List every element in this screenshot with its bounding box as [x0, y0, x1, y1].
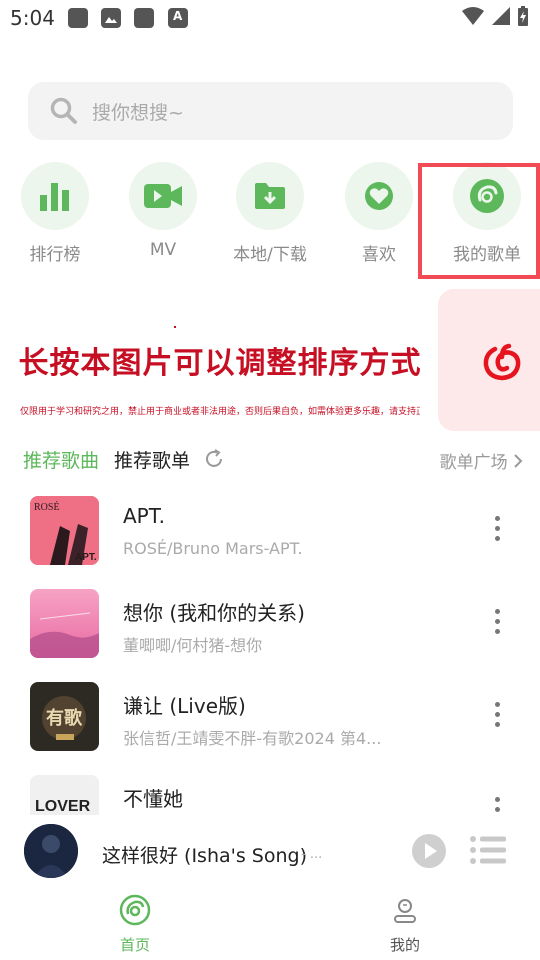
- svg-text:ROSÉ: ROSÉ: [34, 501, 60, 513]
- playlist-plaza-link[interactable]: 歌单广场: [440, 448, 523, 473]
- banner-title: 长按本图片可以调整排序方式: [18, 346, 422, 381]
- song-row[interactable]: 有歌 谦让 (Live版) 张信哲/王靖雯不胖-有歌2024 第4...: [0, 682, 540, 772]
- notification-icon: [68, 8, 88, 28]
- svg-text:LOVER: LOVER: [35, 798, 91, 815]
- highlight-box: [418, 163, 540, 279]
- wifi-icon: [462, 7, 484, 25]
- heart-icon: [365, 182, 393, 210]
- plaza-label: 歌单广场: [439, 453, 508, 473]
- a-notification-icon: A: [168, 8, 188, 28]
- song-artist: ROSÉ/Bruno Mars-APT.: [123, 539, 303, 558]
- more-options-icon[interactable]: [492, 702, 502, 732]
- song-artist: 张信哲/王靖雯不胖-有歌2024 第4...: [123, 729, 382, 748]
- quick-menu-label: MV: [149, 240, 177, 260]
- song-title: 谦让 (Live版): [123, 694, 246, 718]
- nav-home-label: 首页: [119, 936, 150, 954]
- song-title: 不懂她: [123, 787, 183, 811]
- player-cover: [24, 824, 78, 878]
- song-row[interactable]: ROSÉ APT. APT. ROSÉ/Bruno Mars-APT.: [0, 496, 540, 586]
- more-options-icon[interactable]: [492, 516, 502, 546]
- tab-recommend-songs[interactable]: 推荐歌曲: [23, 446, 99, 473]
- quick-menu-ranking[interactable]: 排行榜: [20, 162, 90, 265]
- mini-player[interactable]: 这样很好 (Isha's Song) - ...: [0, 815, 540, 890]
- nav-mine-label: 我的: [389, 936, 420, 954]
- image-notification-icon: [101, 8, 121, 28]
- system-icons: [462, 6, 528, 26]
- quick-menu-favorites[interactable]: 喜欢: [344, 162, 414, 265]
- song-title: 想你 (我和你的关系): [123, 601, 305, 625]
- song-cover: 有歌: [30, 682, 99, 751]
- banner-dot: [174, 326, 176, 328]
- bar-chart-icon: [40, 183, 69, 211]
- search-placeholder: 搜你想搜~: [92, 102, 184, 124]
- video-camera-icon: [144, 184, 182, 208]
- chevron-right-icon: [514, 454, 523, 468]
- playlist-icon[interactable]: [470, 835, 506, 865]
- banner-next[interactable]: [438, 289, 540, 431]
- user-icon: [394, 899, 416, 923]
- status-time: 5:04: [10, 6, 55, 30]
- song-row[interactable]: LOVER 不懂她: [0, 775, 540, 815]
- song-title: APT.: [123, 504, 165, 528]
- song-cover: [30, 589, 99, 658]
- quick-menu-mv[interactable]: MV: [128, 162, 198, 260]
- tab-recommend-playlists[interactable]: 推荐歌单: [114, 446, 190, 473]
- song-cover: LOVER: [30, 775, 99, 815]
- bottom-nav: 首页 我的: [0, 890, 540, 960]
- battery-charging-icon: [518, 6, 528, 26]
- svg-text:有歌: 有歌: [46, 707, 83, 729]
- more-options-icon[interactable]: [492, 609, 502, 639]
- quick-menu-label: 本地/下载: [233, 245, 307, 265]
- status-bar: 5:04 A: [0, 0, 540, 38]
- banner-subtitle: 仅限用于学习和研究之用，禁止用于商业或者非法用途，否则后果自负，如需体验更多乐趣…: [20, 407, 420, 417]
- player-title: 这样很好 (Isha's Song): [102, 845, 308, 867]
- refresh-icon[interactable]: [203, 448, 225, 470]
- search-icon: [50, 97, 77, 124]
- home-disc-icon: [119, 894, 151, 926]
- search-bar[interactable]: 搜你想搜~: [28, 82, 513, 140]
- quick-menu-local-download[interactable]: 本地/下载: [233, 162, 307, 265]
- nav-home[interactable]: 首页: [95, 894, 175, 955]
- song-row[interactable]: 想你 (我和你的关系) 董唧唧/何村猪-想你: [0, 589, 540, 679]
- netease-music-logo-icon: [483, 343, 521, 381]
- svg-text:APT.: APT.: [75, 552, 97, 563]
- nav-mine[interactable]: 我的: [365, 894, 445, 955]
- player-artist: - ...: [301, 847, 323, 862]
- banner[interactable]: 长按本图片可以调整排序方式 仅限用于学习和研究之用，禁止用于商业或者非法用途，否…: [0, 290, 430, 430]
- quick-menu-label: 排行榜: [29, 245, 81, 265]
- song-cover: ROSÉ APT.: [30, 496, 99, 565]
- more-options-icon[interactable]: [492, 797, 502, 815]
- song-artist: 董唧唧/何村猪-想你: [123, 636, 263, 655]
- play-button[interactable]: [412, 834, 446, 868]
- download-folder-icon: [255, 183, 285, 209]
- signal-icon: [492, 7, 510, 25]
- notification-icon-2: [134, 8, 154, 28]
- section-tabs: 推荐歌曲 推荐歌单 歌单广场: [23, 446, 523, 474]
